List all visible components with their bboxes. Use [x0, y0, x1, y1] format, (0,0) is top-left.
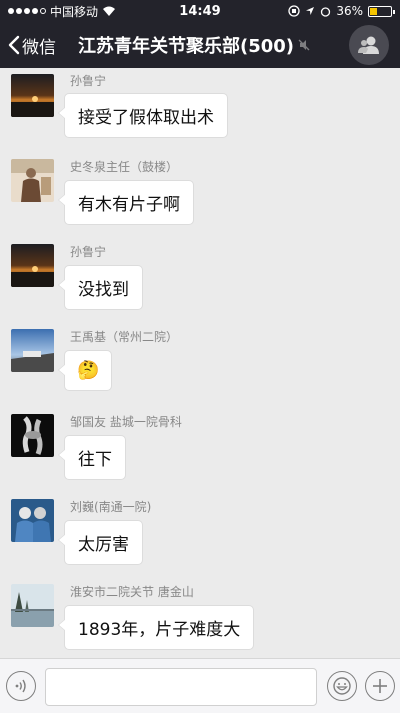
sender-name: 史冬泉主任（鼓楼）: [70, 160, 179, 174]
battery-icon: [368, 5, 395, 17]
message-bubble[interactable]: 有木有片子啊: [58, 180, 194, 225]
avatar[interactable]: [11, 159, 54, 202]
input-bar: [0, 658, 400, 713]
voice-icon: [15, 679, 26, 693]
message-bubble[interactable]: 🤔: [57, 350, 113, 391]
message-bubble[interactable]: 接受了假体取出术: [58, 93, 228, 138]
more-options-button[interactable]: [365, 671, 395, 701]
message-bubble[interactable]: 1893年，片子难度大: [57, 605, 255, 650]
back-button[interactable]: 微信: [0, 33, 70, 58]
chat-title: 江苏青年关节聚乐部(500): [78, 36, 295, 57]
orientation-lock-icon: [288, 5, 300, 17]
message-bubble[interactable]: 没找到: [58, 265, 143, 310]
battery-percent: 36%: [336, 4, 363, 18]
voice-input-button[interactable]: [6, 671, 36, 701]
sender-name: 淮安市二院关节 唐金山: [70, 585, 194, 599]
group-members-icon: [358, 36, 379, 54]
message-list[interactable]: 孙鲁宁 接受了假体取出术 史冬泉主任（鼓楼） 有木有片子啊 孙鲁宁 没找到 王禹…: [0, 68, 400, 658]
wifi-icon: [103, 6, 116, 16]
sender-name: 刘巍(南通一院): [70, 500, 152, 514]
status-bar: 中国移动 14:49 36%: [0, 0, 400, 22]
avatar[interactable]: [11, 74, 54, 117]
smiley-icon: [333, 677, 351, 695]
sender-name: 王禹基（常州二院）: [70, 330, 179, 344]
avatar[interactable]: [11, 244, 54, 287]
sender-name: 邹国友 盐城一院骨科: [70, 415, 182, 429]
avatar[interactable]: [11, 499, 54, 542]
avatar[interactable]: [11, 414, 54, 457]
sender-name: 孙鲁宁: [70, 74, 107, 88]
nav-bar: 微信 江苏青年关节聚乐部(500): [0, 22, 400, 68]
back-label: 微信: [22, 37, 56, 58]
avatar[interactable]: [11, 584, 54, 627]
alarm-icon: [321, 6, 331, 17]
carrier-label: 中国移动: [50, 4, 99, 19]
plus-icon: [373, 679, 387, 693]
chevron-left-icon: [8, 35, 20, 55]
message-bubble[interactable]: 往下: [58, 435, 126, 480]
thinking-emoji-icon: 🤔: [77, 360, 100, 381]
location-icon: [306, 7, 315, 15]
signal-strength-icon: [8, 8, 46, 14]
message-input[interactable]: [45, 668, 317, 706]
message-bubble[interactable]: 太厉害: [58, 520, 143, 565]
avatar[interactable]: [11, 329, 54, 372]
sender-name: 孙鲁宁: [70, 245, 107, 259]
mute-icon: [298, 39, 310, 51]
emoji-button[interactable]: [327, 671, 357, 701]
group-info-button[interactable]: [344, 22, 394, 68]
